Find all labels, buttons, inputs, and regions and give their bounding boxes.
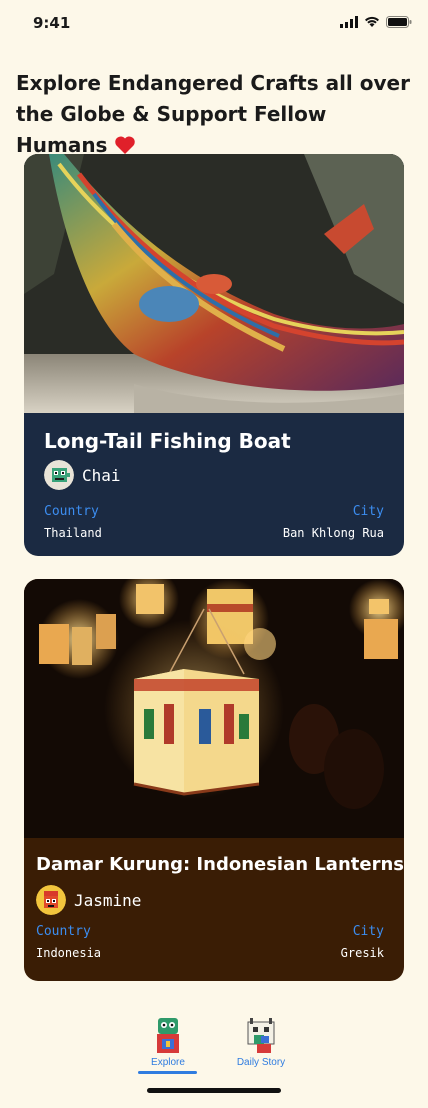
headline-text: Explore Endangered Crafts all over the G…	[16, 71, 410, 157]
card-info: Damar Kurung: Indonesian Lanterns Jasmin…	[24, 838, 404, 981]
tab-label: Explore	[151, 1057, 185, 1068]
active-tab-indicator	[138, 1071, 197, 1074]
country-label: Country	[44, 504, 99, 519]
author-name: Chai	[82, 465, 121, 485]
tab-explore[interactable]: Explore	[128, 1015, 208, 1068]
tab-bar: Explore Daily Story	[0, 1015, 428, 1075]
craft-card-fishing-boat[interactable]: Long-Tail Fishing Boat Chai Country City…	[24, 154, 404, 556]
country-label: Country	[36, 924, 91, 939]
craft-card-lanterns[interactable]: Damar Kurung: Indonesian Lanterns Jasmin…	[24, 579, 404, 981]
battery-icon	[386, 16, 412, 28]
page-headline: Explore Endangered Crafts all over the G…	[16, 68, 412, 161]
city-value: Ban Khlong Rua	[282, 526, 384, 540]
status-icons	[340, 16, 412, 28]
fishing-boat-image	[24, 154, 404, 413]
country-value: Thailand	[44, 526, 102, 540]
author[interactable]: Chai	[44, 460, 121, 490]
home-indicator	[147, 1088, 281, 1093]
lanterns-image	[24, 579, 404, 838]
avatar	[36, 885, 66, 915]
country-value: Indonesia	[36, 946, 102, 960]
city-value: Gresik	[340, 946, 384, 960]
wifi-icon	[365, 16, 379, 27]
tab-daily-story[interactable]: Daily Story	[221, 1015, 301, 1068]
cellular-signal-icon	[340, 16, 358, 28]
explore-tab-icon	[157, 1018, 179, 1053]
city-label: City	[352, 504, 384, 519]
heart-icon	[115, 136, 136, 154]
card-title: Damar Kurung: Indonesian Lanterns	[36, 854, 404, 875]
author-name: Jasmine	[74, 890, 142, 910]
avatar	[44, 460, 74, 490]
daily-story-tab-icon	[247, 1018, 275, 1053]
author[interactable]: Jasmine	[36, 885, 141, 915]
tab-label: Daily Story	[236, 1057, 286, 1068]
status-bar: 9:41	[0, 0, 428, 44]
card-info: Long-Tail Fishing Boat Chai Country City…	[24, 413, 404, 556]
status-time: 9:41	[33, 14, 71, 32]
city-label: City	[352, 924, 384, 939]
card-title: Long-Tail Fishing Boat	[44, 429, 291, 453]
